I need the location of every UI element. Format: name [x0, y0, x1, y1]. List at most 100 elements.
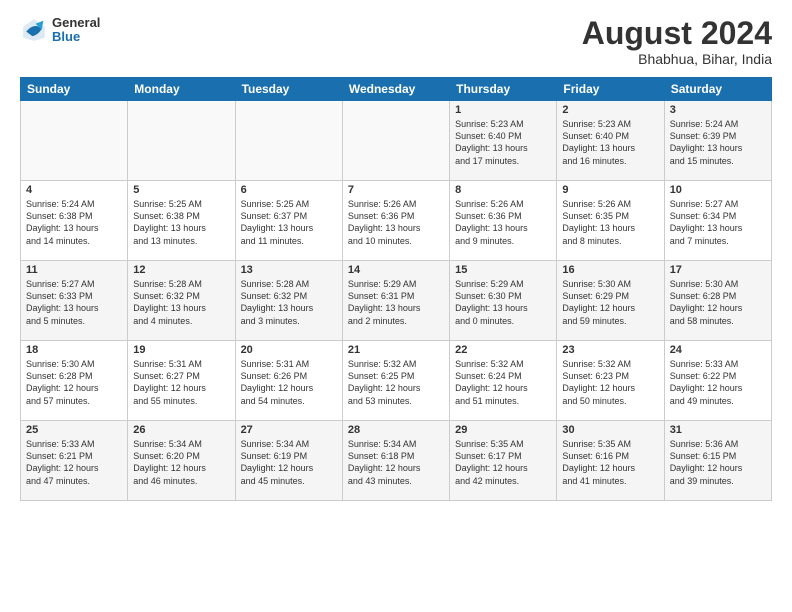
day-info: Sunrise: 5:35 AMSunset: 6:16 PMDaylight:…: [562, 438, 658, 487]
calendar-cell-1-3: 7 Sunrise: 5:26 AMSunset: 6:36 PMDaylight…: [342, 181, 449, 261]
day-number: 21: [348, 344, 444, 356]
calendar-cell-0-2: [235, 101, 342, 181]
day-info: Sunrise: 5:23 AMSunset: 6:40 PMDaylight:…: [455, 118, 551, 167]
header-sunday: Sunday: [21, 78, 128, 101]
calendar-subtitle: Bhabhua, Bihar, India: [582, 51, 772, 67]
header: General Blue August 2024 Bhabhua, Bihar,…: [20, 16, 772, 67]
day-info: Sunrise: 5:34 AMSunset: 6:20 PMDaylight:…: [133, 438, 229, 487]
day-number: 4: [26, 184, 122, 196]
logo: General Blue: [20, 16, 100, 45]
header-monday: Monday: [128, 78, 235, 101]
day-number: 17: [670, 264, 766, 276]
day-info: Sunrise: 5:34 AMSunset: 6:18 PMDaylight:…: [348, 438, 444, 487]
day-info: Sunrise: 5:24 AMSunset: 6:39 PMDaylight:…: [670, 118, 766, 167]
logo-general: General: [52, 16, 100, 30]
calendar-cell-1-5: 9 Sunrise: 5:26 AMSunset: 6:35 PMDaylight…: [557, 181, 664, 261]
day-info: Sunrise: 5:28 AMSunset: 6:32 PMDaylight:…: [133, 278, 229, 327]
day-number: 6: [241, 184, 337, 196]
day-number: 16: [562, 264, 658, 276]
calendar-cell-0-5: 2 Sunrise: 5:23 AMSunset: 6:40 PMDaylight…: [557, 101, 664, 181]
day-number: 30: [562, 424, 658, 436]
calendar-cell-4-1: 26 Sunrise: 5:34 AMSunset: 6:20 PMDayligh…: [128, 421, 235, 501]
day-number: 3: [670, 104, 766, 116]
day-info: Sunrise: 5:25 AMSunset: 6:38 PMDaylight:…: [133, 198, 229, 247]
calendar-cell-2-4: 15Sunrise: 5:29 AMSunset: 6:30 PMDayligh…: [450, 261, 557, 341]
day-info: Sunrise: 5:31 AMSunset: 6:26 PMDaylight:…: [241, 358, 337, 407]
day-info: Sunrise: 5:33 AMSunset: 6:22 PMDaylight:…: [670, 358, 766, 407]
day-number: 15: [455, 264, 551, 276]
calendar-cell-3-6: 24 Sunrise: 5:33 AMSunset: 6:22 PMDayligh…: [664, 341, 771, 421]
day-info: Sunrise: 5:36 AMSunset: 6:15 PMDaylight:…: [670, 438, 766, 487]
day-number: 7: [348, 184, 444, 196]
day-number: 10: [670, 184, 766, 196]
calendar-title: August 2024: [582, 16, 772, 51]
calendar-cell-2-0: 11 Sunrise: 5:27 AMSunset: 6:33 PMDayligh…: [21, 261, 128, 341]
day-info: Sunrise: 5:24 AMSunset: 6:38 PMDaylight:…: [26, 198, 122, 247]
day-info: Sunrise: 5:34 AMSunset: 6:19 PMDaylight:…: [241, 438, 337, 487]
calendar-table: Sunday Monday Tuesday Wednesday Thursday…: [20, 77, 772, 501]
week-row-3: 18Sunrise: 5:30 AMSunset: 6:28 PMDayligh…: [21, 341, 772, 421]
calendar-cell-3-4: 22 Sunrise: 5:32 AMSunset: 6:24 PMDayligh…: [450, 341, 557, 421]
day-info: Sunrise: 5:26 AMSunset: 6:35 PMDaylight:…: [562, 198, 658, 247]
day-number: 24: [670, 344, 766, 356]
calendar-cell-1-2: 6 Sunrise: 5:25 AMSunset: 6:37 PMDaylight…: [235, 181, 342, 261]
calendar-cell-2-3: 14 Sunrise: 5:29 AMSunset: 6:31 PMDayligh…: [342, 261, 449, 341]
day-number: 1: [455, 104, 551, 116]
calendar-cell-4-3: 28 Sunrise: 5:34 AMSunset: 6:18 PMDayligh…: [342, 421, 449, 501]
day-number: 26: [133, 424, 229, 436]
day-number: 27: [241, 424, 337, 436]
day-number: 11: [26, 264, 122, 276]
calendar-cell-2-5: 16 Sunrise: 5:30 AMSunset: 6:29 PMDayligh…: [557, 261, 664, 341]
day-info: Sunrise: 5:28 AMSunset: 6:32 PMDaylight:…: [241, 278, 337, 327]
calendar-cell-4-4: 29Sunrise: 5:35 AMSunset: 6:17 PMDayligh…: [450, 421, 557, 501]
calendar-cell-2-2: 13 Sunrise: 5:28 AMSunset: 6:32 PMDayligh…: [235, 261, 342, 341]
day-number: 14: [348, 264, 444, 276]
day-info: Sunrise: 5:27 AMSunset: 6:34 PMDaylight:…: [670, 198, 766, 247]
calendar-cell-1-6: 10 Sunrise: 5:27 AMSunset: 6:34 PMDayligh…: [664, 181, 771, 261]
day-info: Sunrise: 5:30 AMSunset: 6:29 PMDaylight:…: [562, 278, 658, 327]
day-number: 19: [133, 344, 229, 356]
day-number: 2: [562, 104, 658, 116]
header-thursday: Thursday: [450, 78, 557, 101]
page: General Blue August 2024 Bhabhua, Bihar,…: [0, 0, 792, 612]
week-row-0: 1 Sunrise: 5:23 AMSunset: 6:40 PMDaylight…: [21, 101, 772, 181]
day-info: Sunrise: 5:29 AMSunset: 6:31 PMDaylight:…: [348, 278, 444, 327]
header-wednesday: Wednesday: [342, 78, 449, 101]
calendar-cell-1-1: 5Sunrise: 5:25 AMSunset: 6:38 PMDaylight…: [128, 181, 235, 261]
calendar-cell-1-4: 8Sunrise: 5:26 AMSunset: 6:36 PMDaylight…: [450, 181, 557, 261]
calendar-cell-3-0: 18Sunrise: 5:30 AMSunset: 6:28 PMDayligh…: [21, 341, 128, 421]
day-number: 31: [670, 424, 766, 436]
day-info: Sunrise: 5:31 AMSunset: 6:27 PMDaylight:…: [133, 358, 229, 407]
calendar-cell-4-5: 30 Sunrise: 5:35 AMSunset: 6:16 PMDayligh…: [557, 421, 664, 501]
calendar-cell-3-3: 21 Sunrise: 5:32 AMSunset: 6:25 PMDayligh…: [342, 341, 449, 421]
day-number: 22: [455, 344, 551, 356]
week-row-1: 4 Sunrise: 5:24 AMSunset: 6:38 PMDaylight…: [21, 181, 772, 261]
day-number: 20: [241, 344, 337, 356]
day-number: 25: [26, 424, 122, 436]
day-number: 29: [455, 424, 551, 436]
day-info: Sunrise: 5:27 AMSunset: 6:33 PMDaylight:…: [26, 278, 122, 327]
day-number: 18: [26, 344, 122, 356]
day-info: Sunrise: 5:26 AMSunset: 6:36 PMDaylight:…: [348, 198, 444, 247]
calendar-cell-4-0: 25 Sunrise: 5:33 AMSunset: 6:21 PMDayligh…: [21, 421, 128, 501]
day-info: Sunrise: 5:32 AMSunset: 6:24 PMDaylight:…: [455, 358, 551, 407]
day-number: 23: [562, 344, 658, 356]
logo-blue: Blue: [52, 30, 100, 44]
day-info: Sunrise: 5:32 AMSunset: 6:25 PMDaylight:…: [348, 358, 444, 407]
header-friday: Friday: [557, 78, 664, 101]
day-info: Sunrise: 5:23 AMSunset: 6:40 PMDaylight:…: [562, 118, 658, 167]
calendar-cell-4-2: 27 Sunrise: 5:34 AMSunset: 6:19 PMDayligh…: [235, 421, 342, 501]
header-saturday: Saturday: [664, 78, 771, 101]
day-number: 28: [348, 424, 444, 436]
day-number: 13: [241, 264, 337, 276]
logo-text: General Blue: [52, 16, 100, 45]
day-number: 9: [562, 184, 658, 196]
day-info: Sunrise: 5:25 AMSunset: 6:37 PMDaylight:…: [241, 198, 337, 247]
day-info: Sunrise: 5:33 AMSunset: 6:21 PMDaylight:…: [26, 438, 122, 487]
title-block: August 2024 Bhabhua, Bihar, India: [582, 16, 772, 67]
header-tuesday: Tuesday: [235, 78, 342, 101]
calendar-cell-0-3: [342, 101, 449, 181]
week-row-2: 11 Sunrise: 5:27 AMSunset: 6:33 PMDayligh…: [21, 261, 772, 341]
calendar-cell-2-6: 17Sunrise: 5:30 AMSunset: 6:28 PMDayligh…: [664, 261, 771, 341]
day-number: 12: [133, 264, 229, 276]
